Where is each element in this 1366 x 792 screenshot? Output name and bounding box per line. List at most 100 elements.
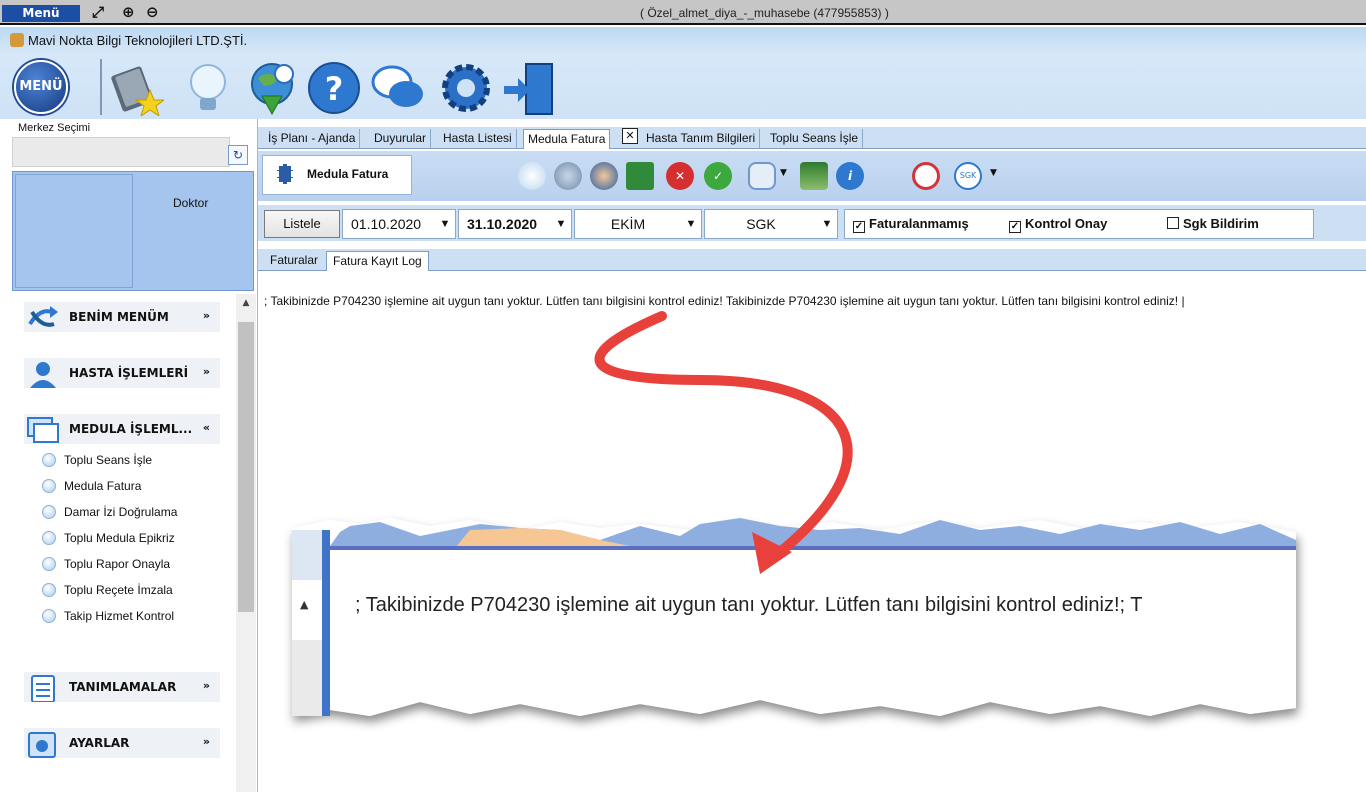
filter-checkboxes: ✓ Faturalanmamış ✓ Kontrol Onay Sgk Bildir… <box>844 209 1314 239</box>
refresh-icon[interactable]: ↻ <box>228 145 248 165</box>
chevron-down-icon: » <box>202 679 210 692</box>
approve-icon[interactable]: ✓ <box>704 162 732 190</box>
nav-section-label: BENİM MENÜM <box>69 310 169 324</box>
scrollbar-thumb[interactable] <box>238 322 254 612</box>
app-toolbar: Mavi Nokta Bilgi Teknolojileri LTD.ŞTİ. … <box>0 27 1366 119</box>
nav-item-label: Toplu Reçete İmzala <box>64 583 173 597</box>
nav-item-toplu-recete-imzala[interactable]: Toplu Reçete İmzala <box>42 583 173 597</box>
main-menu-button[interactable]: MENÜ <box>14 60 68 114</box>
nav-item-label: Takip Hizmet Kontrol <box>64 609 175 623</box>
app-name: Mavi Nokta Bilgi Teknolojileri LTD.ŞTİ. <box>10 33 247 48</box>
end-date-value: 31.10.2020 <box>467 216 538 232</box>
nav-item-takip-hizmet-kontrol[interactable]: Takip Hizmet Kontrol <box>42 609 174 623</box>
exit-door-icon[interactable] <box>500 60 556 116</box>
chat-icon[interactable] <box>370 60 426 116</box>
favorites-book-icon[interactable] <box>108 60 164 116</box>
lightbulb-icon <box>42 609 56 623</box>
app-logo-icon <box>10 33 24 47</box>
nav-item-toplu-rapor-onayla[interactable]: Toplu Rapor Onayla <box>42 557 170 571</box>
menu-button[interactable]: Menü <box>2 5 80 22</box>
dropdown-arrow-icon[interactable]: ▼ <box>990 168 997 178</box>
doctor-label: Doktor <box>173 196 209 210</box>
checkbox-label: Sgk Bildirim <box>1183 216 1259 231</box>
nav-section-label: AYARLAR <box>69 736 130 750</box>
tab-duyurular[interactable]: Duyurular <box>370 129 432 149</box>
tab-medula-fatura[interactable]: Medula Fatura <box>523 129 611 149</box>
tab-hasta-tanim[interactable]: Hasta Tanım Bilgileri <box>642 129 761 149</box>
doctor-photo <box>15 174 133 288</box>
lightbulb-icon[interactable] <box>180 60 236 116</box>
film-icon <box>277 164 293 184</box>
nav-section-tanimlamalar[interactable]: TANIMLAMALAR » <box>24 672 220 702</box>
doctor-panel: Doktor <box>12 171 254 291</box>
nav-section-benim-menum[interactable]: BENİM MENÜM » <box>24 302 220 332</box>
institution-value: SGK <box>746 216 776 232</box>
main-panel: İş Planı - Ajanda Duyurular Hasta Listes… <box>258 119 1366 792</box>
dropdown-arrow-icon[interactable]: ▼ <box>551 210 571 238</box>
recycle-bin-icon[interactable] <box>800 162 828 190</box>
merkez-select[interactable] <box>12 137 230 167</box>
lab-flask-icon[interactable] <box>554 162 582 190</box>
nav-section-ayarlar[interactable]: AYARLAR » <box>24 728 220 758</box>
excel-icon[interactable] <box>626 162 654 190</box>
subtab-faturalar[interactable]: Faturalar <box>264 251 324 271</box>
settings-gear-icon[interactable] <box>438 60 494 116</box>
tab-bar: İş Planı - Ajanda Duyurular Hasta Listes… <box>258 127 1366 149</box>
faturalanmamis-checkbox[interactable]: ✓ Faturalanmamış <box>853 216 969 233</box>
nav-item-label: Medula Fatura <box>64 479 142 493</box>
sgk-logo-icon[interactable]: SGK <box>954 162 982 190</box>
kontrol-onay-checkbox[interactable]: ✓ Kontrol Onay <box>1009 216 1107 233</box>
dropdown-arrow-icon[interactable]: ▼ <box>817 210 837 238</box>
nav-section-label: TANIMLAMALAR <box>69 680 177 694</box>
tab-is-plani[interactable]: İş Planı - Ajanda <box>264 129 361 149</box>
lightbulb-icon[interactable] <box>518 162 546 190</box>
nav-item-toplu-seans-isle[interactable]: Toplu Seans İşle <box>42 453 152 467</box>
chevron-down-icon: » <box>202 365 210 378</box>
sgk-bildirim-checkbox[interactable]: Sgk Bildirim <box>1167 216 1259 231</box>
tab-toplu-seans[interactable]: Toplu Seans İşle <box>766 129 864 149</box>
zoomed-log-text: ; Takibinizde P704230 işlemine ait uygun… <box>355 594 1143 616</box>
help-icon[interactable]: ? <box>306 60 362 116</box>
log-text[interactable]: ; Takibinizde P704230 işlemine ait uygun… <box>264 294 1185 308</box>
listele-button[interactable]: Listele <box>264 210 340 238</box>
window-title: ( Özel_almet_diya_-_muhasebe (477955853)… <box>640 6 889 20</box>
month-select[interactable]: EKİM ▼ <box>574 209 702 239</box>
dropdown-arrow-icon[interactable]: ▼ <box>435 210 455 238</box>
nav-section-label: MEDULA İŞLEML... <box>69 422 193 436</box>
zoom-out-icon[interactable]: ⊖ <box>146 4 159 21</box>
nav-section-medula-islemleri[interactable]: MEDULA İŞLEML... « <box>24 414 220 444</box>
chevron-down-icon: » <box>202 309 210 322</box>
start-date-field[interactable]: 01.10.2020 ▼ <box>342 209 456 239</box>
zoom-in-icon[interactable]: ⊕ <box>122 4 135 21</box>
nav-section-hasta-islemleri[interactable]: HASTA İŞLEMLERİ » <box>24 358 220 388</box>
nav-item-toplu-medula-epikriz[interactable]: Toplu Medula Epikriz <box>42 531 175 545</box>
medula-fatura-tab[interactable]: Medula Fatura <box>262 155 412 195</box>
medula-toolbar: Medula Fatura ✕ ✓ ▼ i SGK ▼ <box>258 151 1366 201</box>
doctor-icon[interactable] <box>590 162 618 190</box>
sidebar-scrollbar[interactable]: ▲ <box>236 294 256 792</box>
dropdown-arrow-icon[interactable]: ▼ <box>780 168 787 178</box>
info-icon[interactable]: i <box>836 162 864 190</box>
merkez-label: Merkez Seçimi <box>18 122 91 134</box>
end-date-field[interactable]: 31.10.2020 ▼ <box>458 209 572 239</box>
nav-item-medula-fatura[interactable]: Medula Fatura <box>42 479 141 493</box>
dropdown-arrow-icon[interactable]: ▼ <box>681 210 701 238</box>
health-ministry-icon[interactable] <box>912 162 940 190</box>
message-icon[interactable] <box>748 162 776 190</box>
cancel-icon[interactable]: ✕ <box>666 162 694 190</box>
shuffle-arrows-icon <box>28 306 58 327</box>
update-globe-icon[interactable] <box>244 60 300 116</box>
calendar-gear-icon <box>28 732 56 758</box>
fullscreen-icon[interactable]: ⤢ <box>92 4 104 21</box>
nav-item-label: Toplu Seans İşle <box>64 453 153 467</box>
tab-hasta-listesi[interactable]: Hasta Listesi <box>439 129 517 149</box>
scroll-up-icon[interactable]: ▲ <box>236 294 256 312</box>
nav-item-damar-izi[interactable]: Damar İzi Doğrulama <box>42 505 177 519</box>
subtab-bar: Faturalar Fatura Kayıt Log <box>258 249 1366 271</box>
sidebar: Merkez Seçimi ↻ Doktor BENİM MENÜM » HAS… <box>0 119 258 792</box>
subtab-fatura-kayit-log[interactable]: Fatura Kayıt Log <box>326 251 429 271</box>
medula-fatura-title: Medula Fatura <box>307 167 389 181</box>
close-tab-icon[interactable]: ✕ <box>622 128 638 144</box>
institution-select[interactable]: SGK ▼ <box>704 209 838 239</box>
month-value: EKİM <box>610 216 646 232</box>
